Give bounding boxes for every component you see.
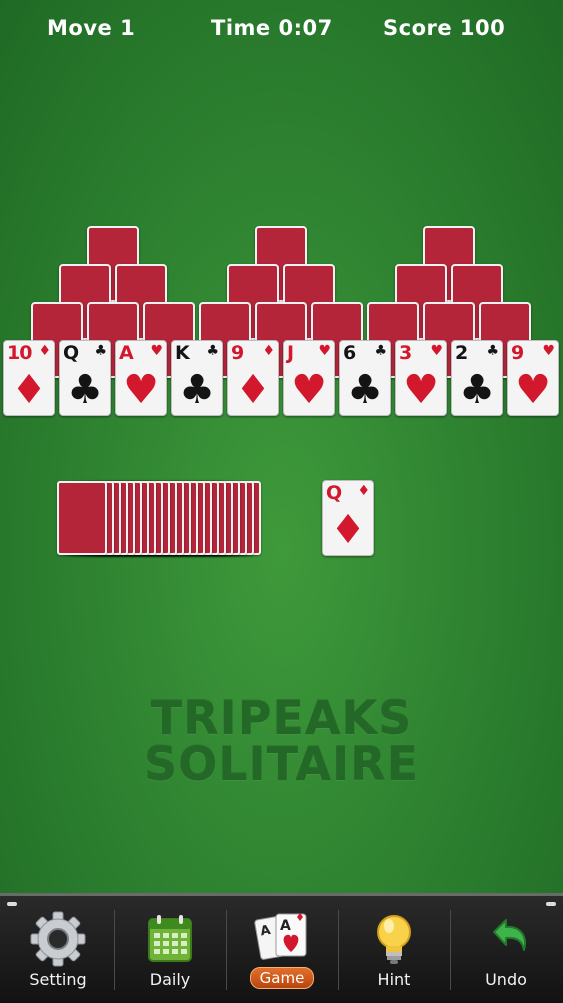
card-corner-suit: ♣ — [206, 343, 219, 359]
card-suit: ♣ — [347, 367, 383, 413]
card-rank: 6 — [343, 342, 356, 364]
nav-setting-label: Setting — [29, 970, 87, 989]
card-suit: ♣ — [179, 367, 215, 413]
tableau-card[interactable]: 2 ♣ ♣ — [451, 340, 503, 416]
card-corner-suit: ♥ — [430, 343, 443, 359]
card-corner-suit: ♦ — [262, 343, 275, 359]
tableau-card[interactable]: 6 ♣ ♣ — [339, 340, 391, 416]
card-suit: ♣ — [459, 367, 495, 413]
card-corner-suit: ♥ — [150, 343, 163, 359]
card-rank: Q — [63, 342, 79, 364]
nav-undo-label: Undo — [485, 970, 527, 989]
move-counter: Move 1 — [47, 16, 136, 40]
calendar-icon — [140, 910, 200, 968]
timer: Time 0:07 — [211, 16, 333, 40]
card-corner-suit: ♥ — [318, 343, 331, 359]
card-rank: 10 — [7, 342, 32, 364]
tableau-card[interactable]: Q ♣ ♣ — [59, 340, 111, 416]
card-rank: 9 — [511, 342, 524, 364]
tableau-card[interactable]: 9 ♦ ♦ — [227, 340, 279, 416]
stock-card[interactable] — [57, 481, 107, 555]
lightbulb-icon — [364, 910, 424, 968]
tableau-card[interactable]: 9 ♥ ♥ — [507, 340, 559, 416]
cards-icon: A A — [252, 908, 312, 966]
card-suit: ♣ — [67, 367, 103, 413]
card-suit: ♥ — [515, 367, 551, 413]
card-corner-suit: ♣ — [94, 343, 107, 359]
card-suit: ♥ — [403, 367, 439, 413]
logo-line2: SOLITAIRE — [143, 737, 420, 791]
card-rank: 2 — [455, 342, 468, 364]
waste-card: Q ♦ ♦ — [322, 480, 374, 556]
waste-card-rank: Q — [326, 482, 342, 504]
card-suit: ♦ — [235, 367, 271, 413]
undo-arrow-icon — [476, 910, 536, 968]
nav-hint-button[interactable]: Hint — [338, 896, 450, 1003]
game-card-rank-2: A — [280, 918, 291, 934]
card-rank: K — [175, 342, 190, 364]
card-corner-suit: ♣ — [374, 343, 387, 359]
tableau-card[interactable]: K ♣ ♣ — [171, 340, 223, 416]
card-rank: A — [119, 342, 134, 364]
tableau-card[interactable]: A ♥ ♥ — [115, 340, 167, 416]
nav-setting-button[interactable]: Setting — [2, 896, 114, 1003]
card-suit: ♥ — [291, 367, 327, 413]
nav-game-button[interactable]: A A Game — [226, 896, 338, 1003]
nav-undo-button[interactable]: Undo — [450, 896, 562, 1003]
bottom-nav: Setting Daily A A Game Hint Undo — [0, 893, 563, 1003]
tableau-card[interactable]: 10 ♦ ♦ — [3, 340, 55, 416]
gear-icon — [28, 910, 88, 968]
card-suit: ♥ — [123, 367, 159, 413]
card-rank: 3 — [399, 342, 412, 364]
tableau-card[interactable]: 3 ♥ ♥ — [395, 340, 447, 416]
status-bar: Move 1 Time 0:07 Score 100 — [0, 0, 563, 62]
tableau-card[interactable]: J ♥ ♥ — [283, 340, 335, 416]
card-corner-suit: ♣ — [486, 343, 499, 359]
card-corner-suit: ♥ — [542, 343, 555, 359]
card-corner-suit: ♦ — [38, 343, 51, 359]
nav-hint-label: Hint — [377, 970, 411, 989]
nav-game-label: Game — [250, 967, 314, 989]
waste-card-corner-suit: ♦ — [357, 483, 370, 499]
nav-daily-label: Daily — [149, 970, 191, 989]
card-suit: ♦ — [11, 367, 47, 413]
waste-card-suit: ♦ — [330, 507, 366, 553]
nav-daily-button[interactable]: Daily — [114, 896, 226, 1003]
score: Score 100 — [383, 16, 506, 40]
card-rank: J — [287, 342, 294, 364]
card-rank: 9 — [231, 342, 244, 364]
